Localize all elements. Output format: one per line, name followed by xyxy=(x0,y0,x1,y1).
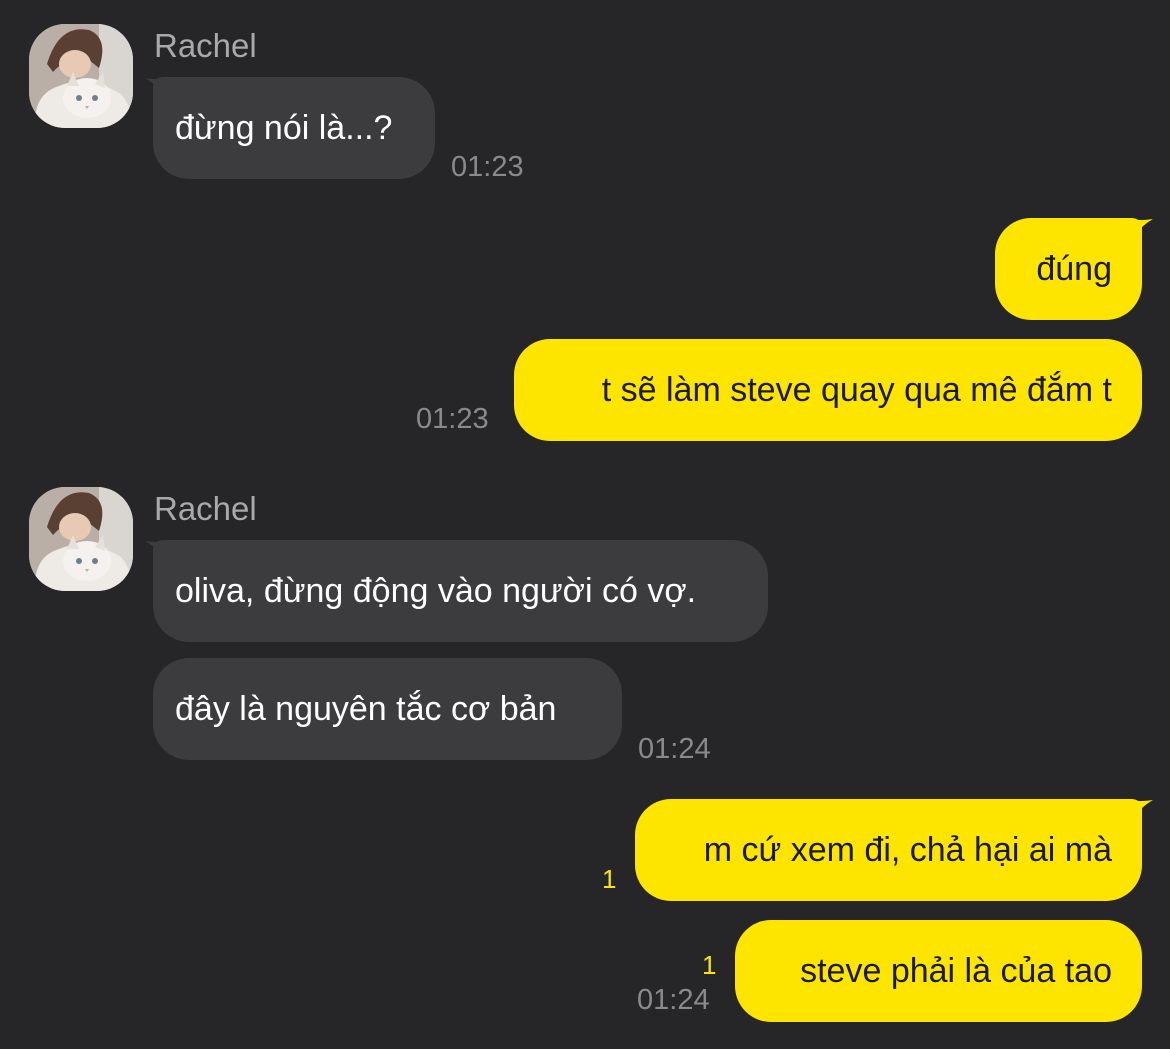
message-text: oliva, đừng động vào người có vợ. xyxy=(175,571,697,610)
outgoing-message-bubble[interactable]: m cứ xem đi, chả hại ai mà xyxy=(635,799,1142,901)
incoming-message-bubble[interactable]: đây là nguyên tắc cơ bản xyxy=(153,658,622,760)
avatar[interactable] xyxy=(29,24,133,128)
sender-name: Rachel xyxy=(154,490,257,527)
outgoing-message-bubble[interactable]: đúng xyxy=(995,218,1142,320)
cat-photo-avatar-icon xyxy=(29,487,133,591)
message-timestamp: 01:24 xyxy=(638,733,711,765)
incoming-message-bubble[interactable]: đừng nói là...? xyxy=(153,77,435,179)
unread-count: 1 xyxy=(702,950,717,980)
message-text: đừng nói là...? xyxy=(175,108,393,147)
message-text: m cứ xem đi, chả hại ai mà xyxy=(703,830,1112,869)
outgoing-message-bubble[interactable]: steve phải là của tao xyxy=(735,920,1142,1022)
outgoing-message-bubble[interactable]: t sẽ làm steve quay qua mê đắm t xyxy=(514,339,1142,441)
sender-name: Rachel xyxy=(154,27,257,64)
message-text: t sẽ làm steve quay qua mê đắm t xyxy=(601,370,1112,409)
message-text: steve phải là của tao xyxy=(800,951,1112,990)
avatar[interactable] xyxy=(29,487,133,591)
cat-photo-avatar-icon xyxy=(29,24,133,128)
message-timestamp: 01:23 xyxy=(451,151,524,183)
message-timestamp: 01:24 xyxy=(637,984,710,1016)
unread-count: 1 xyxy=(602,864,617,894)
message-timestamp: 01:23 xyxy=(416,403,489,435)
incoming-message-bubble[interactable]: oliva, đừng động vào người có vợ. xyxy=(153,540,768,642)
message-text: đúng xyxy=(1036,249,1112,288)
message-text: đây là nguyên tắc cơ bản xyxy=(175,689,557,728)
